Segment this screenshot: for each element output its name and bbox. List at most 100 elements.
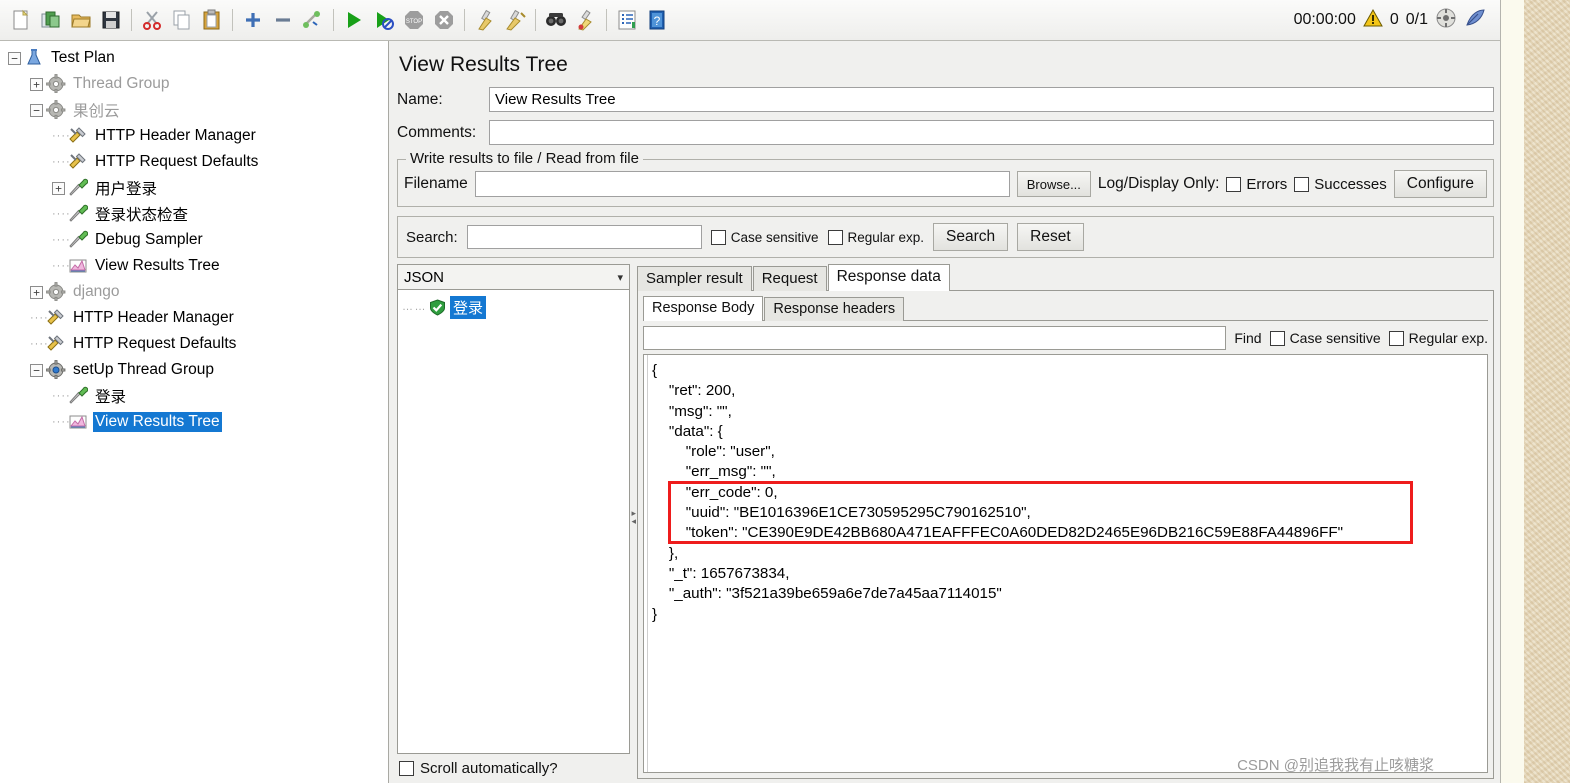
filename-input[interactable] [474,171,1010,197]
collapse-node-icon[interactable]: − [8,51,21,65]
tree-node[interactable]: ···· View Results Tree [0,409,388,435]
renderer-select[interactable]: JSON ▾ [397,264,630,290]
browse-button[interactable]: Browse... [1016,171,1091,197]
function-helper-icon[interactable] [612,5,642,35]
expand-node-icon[interactable]: + [30,285,43,299]
tree-node[interactable]: ···· HTTP Header Manager [0,305,388,331]
tree-node[interactable]: ···· HTTP Request Defaults [0,331,388,357]
collapse-node-icon[interactable]: − [30,363,43,377]
errors-checkbox[interactable] [1226,176,1242,192]
comments-label: Comments: [397,123,477,141]
response-body-viewer[interactable]: { "ret": 200, "msg": "", "data": { "role… [643,354,1488,773]
clear-all-icon[interactable] [500,5,530,35]
tree-node-label: Debug Sampler [95,231,203,248]
open-template-icon[interactable] [36,5,66,35]
tab-sampler-result[interactable]: Sampler result [637,266,752,291]
tree-node[interactable]: ···· View Results Tree [0,253,388,279]
find-input[interactable] [643,326,1227,350]
expand-node-icon[interactable]: + [52,181,65,195]
expand-all-icon[interactable] [238,5,268,35]
new-file-icon[interactable] [6,5,36,35]
successes-checkbox[interactable] [1294,176,1310,192]
save-icon[interactable] [96,5,126,35]
subtab-response-headers[interactable]: Response headers [764,297,905,321]
scroll-automatically-row[interactable]: Scroll automatically? [397,754,630,779]
search-regular-exp-wrap[interactable]: Regular exp. [827,229,924,245]
find-regular-exp-wrap[interactable]: Regular exp. [1388,330,1488,346]
tree-guide: ···· [52,260,71,272]
filename-label: Filename [404,175,468,192]
tree-node-label: 果创云 [73,103,120,120]
start-icon[interactable] [339,5,369,35]
search-regular-exp-checkbox[interactable] [827,229,843,245]
element-editor-panel: View Results Tree Name: Comments: Write … [389,41,1500,783]
success-shield-icon [429,298,446,316]
search-case-sensitive-label: Case sensitive [730,229,819,245]
tree-node[interactable]: ···· Debug Sampler [0,227,388,253]
results-tree[interactable]: …… 登录 [397,290,630,754]
log-display-only-label: Log/Display Only: [1097,175,1220,192]
paste-icon[interactable] [197,5,227,35]
toggle-icon[interactable] [298,5,328,35]
tree-node[interactable]: ···· 登录 [0,383,388,409]
find-case-sensitive-wrap[interactable]: Case sensitive [1269,330,1381,346]
tab-request[interactable]: Request [752,266,827,291]
thread-group-icon [46,282,67,302]
cut-icon[interactable] [137,5,167,35]
search-icon[interactable] [541,5,571,35]
collapse-all-icon[interactable] [268,5,298,35]
sampler-icon [68,178,89,198]
tree-node[interactable]: + 用户登录 [0,175,388,201]
tree-node[interactable]: ···· 登录状态检查 [0,201,388,227]
stop-icon[interactable]: STOP [399,5,429,35]
tree-node[interactable]: + django [0,279,388,305]
tree-guide: ···· [52,416,71,428]
results-splitter[interactable]: ▸ ◂ [630,264,637,779]
name-input[interactable] [489,87,1494,112]
scroll-automatically-checkbox[interactable] [399,761,414,776]
search-button[interactable]: Search [933,223,1009,251]
expand-node-icon[interactable]: + [30,77,43,91]
splitter-grip: ▸ ◂ [631,507,637,526]
tree-node[interactable]: − Test Plan [0,45,388,71]
configure-button[interactable]: Configure [1393,170,1487,198]
tree-node[interactable]: + Thread Group [0,71,388,97]
warning-count: 0 [1389,11,1399,28]
search-case-sensitive-checkbox[interactable] [710,229,726,245]
results-tree-item-label: 登录 [450,295,487,319]
copy-icon[interactable] [167,5,197,35]
subtab-response-body[interactable]: Response Body [643,296,764,321]
warning-triangle-icon [1362,8,1383,32]
find-case-sensitive-checkbox[interactable] [1269,330,1285,346]
search-bar: Search: Case sensitive Regular exp. Sear… [397,216,1494,258]
setup-thread-group-icon [46,360,67,380]
tree-node[interactable]: − setUp Thread Group [0,357,388,383]
toolbar-separator [606,9,607,31]
list-item[interactable]: …… 登录 [402,295,625,319]
collapse-node-icon[interactable]: − [30,103,43,117]
comments-input[interactable] [489,120,1494,145]
shutdown-icon[interactable] [429,5,459,35]
sampler-icon [68,386,89,406]
tree-node[interactable]: ···· HTTP Request Defaults [0,149,388,175]
name-row: Name: [397,87,1494,112]
search-input[interactable] [466,225,702,249]
test-plan-tree[interactable]: − Test Plan + Thread Group − 果创云 ···· HTTP Head… [0,41,389,783]
jmeter-window: STOP ? 00:00:00 0 0/1 − Test Plan + Thre… [0,0,1501,783]
find-regular-exp-checkbox[interactable] [1388,330,1404,346]
tab-response-data[interactable]: Response data [827,264,950,291]
start-no-pauses-icon[interactable] [369,5,399,35]
successes-checkbox-wrap[interactable]: Successes [1294,176,1387,193]
tree-guide: ···· [30,338,49,350]
write-results-group-title: Write results to file / Read from file [406,150,643,167]
help-icon[interactable]: ? [642,5,672,35]
main-toolbar: STOP ? 00:00:00 0 0/1 [0,0,1500,41]
open-folder-icon[interactable] [66,5,96,35]
search-case-sensitive-wrap[interactable]: Case sensitive [710,229,819,245]
search-reset-icon[interactable] [571,5,601,35]
tree-node[interactable]: ···· HTTP Header Manager [0,123,388,149]
errors-checkbox-wrap[interactable]: Errors [1226,176,1287,193]
search-reset-button[interactable]: Reset [1017,223,1084,251]
tree-node[interactable]: − 果创云 [0,97,388,123]
clear-icon[interactable] [470,5,500,35]
